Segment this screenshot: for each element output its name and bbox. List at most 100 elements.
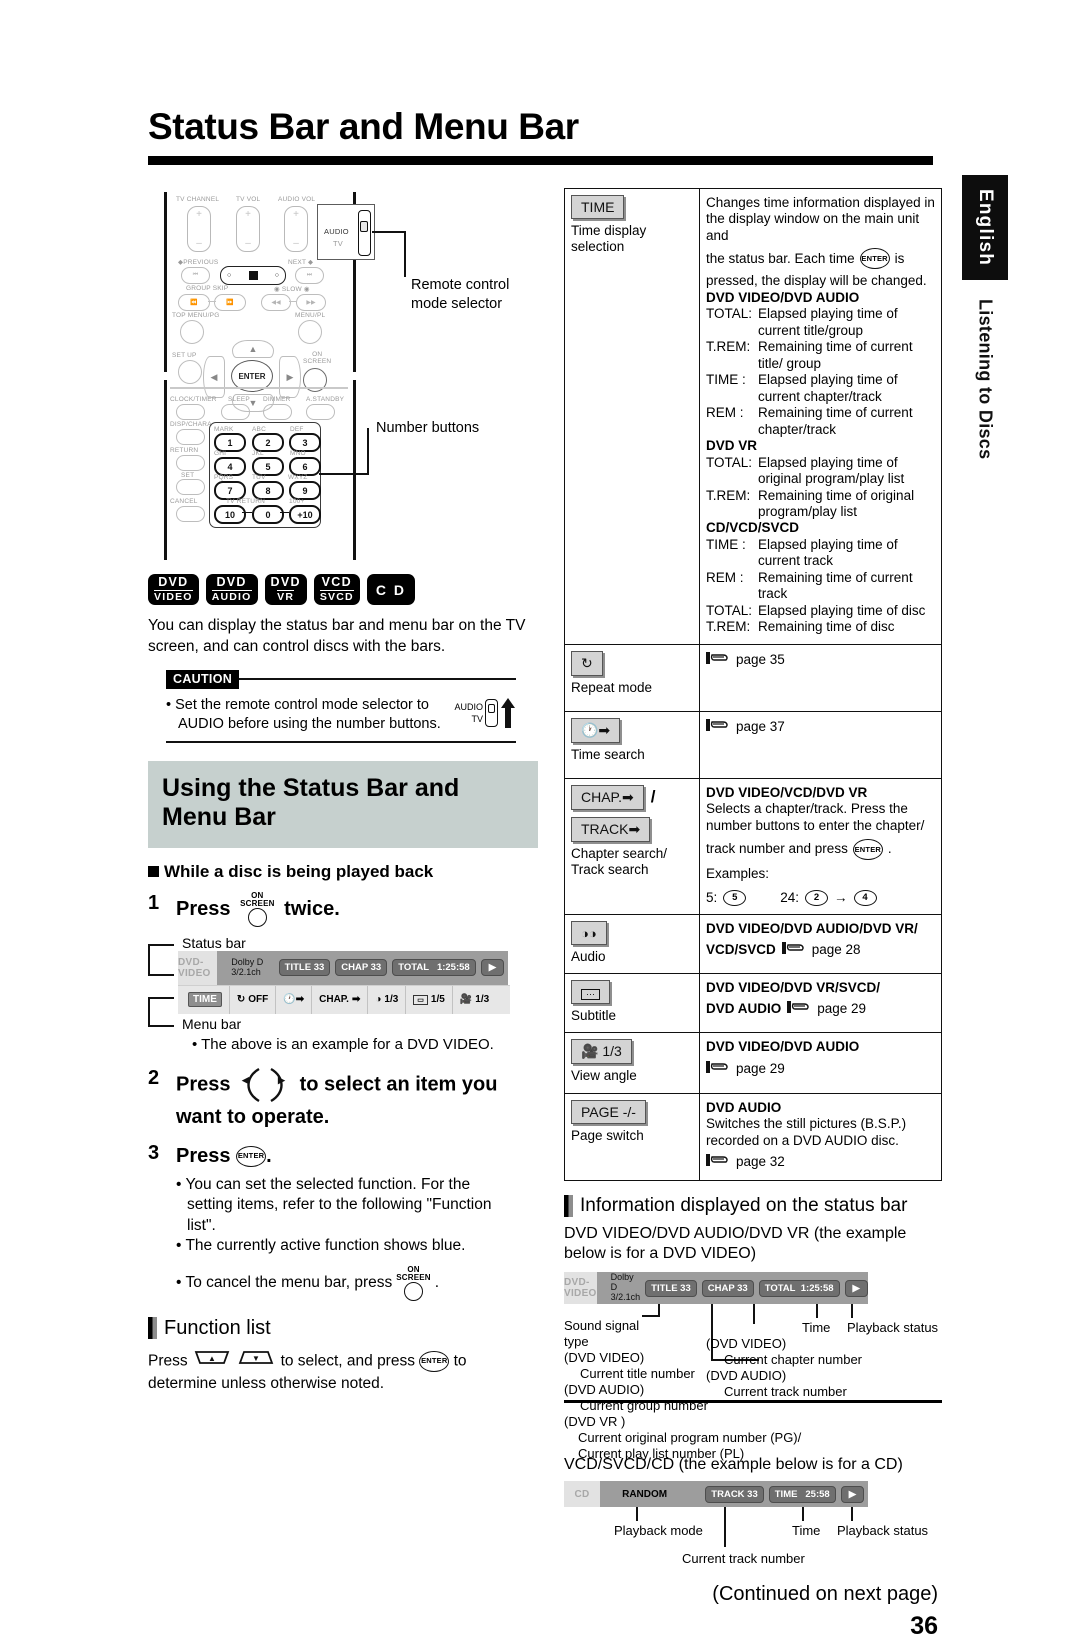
- section-tab: Listening to Discs: [962, 294, 1008, 464]
- info-heading-text: Information displayed on the status bar: [580, 1194, 908, 1216]
- desc-kv: TIME : Elapsed playing time of current tr…: [706, 537, 936, 570]
- menu-item-subtitle[interactable]: ▭ 1/5: [406, 985, 453, 1014]
- left-right-cursor-icon[interactable]: ◀ ▶: [239, 1067, 291, 1103]
- page-switch-button-chip[interactable]: PAGE -/-: [571, 1099, 646, 1124]
- table-cell-description: DVD VIDEO/DVD AUDIO page 29: [699, 1032, 942, 1094]
- caution-text-line2: AUDIO before using the number buttons.: [178, 715, 441, 732]
- table-cell-control: TIME Time display selection: [564, 188, 700, 645]
- page-ref: page 37: [736, 718, 785, 734]
- desc-heading: DVD VIDEO/DVD AUDIO: [706, 1039, 860, 1055]
- chapter-button-chip[interactable]: CHAP.➡: [571, 784, 644, 810]
- time-value: 1:25:58: [436, 962, 470, 974]
- down-button-icon[interactable]: ▼: [238, 1350, 274, 1372]
- menu-item-angle[interactable]: 🎥 1/3: [453, 986, 496, 1014]
- number-button-0[interactable]: 0: [252, 505, 284, 524]
- caution-box: CAUTION • Set the remote control mode se…: [166, 669, 516, 743]
- ann-current-pg: Current original program number (PG)/: [578, 1430, 802, 1446]
- repeat-icon: ↻: [581, 654, 593, 671]
- number-button-plus10[interactable]: +10: [289, 505, 321, 524]
- example-key-4: 4: [853, 889, 877, 906]
- time-value: 25:58: [805, 1488, 830, 1500]
- kv-key: T.REM:: [706, 619, 751, 635]
- track-button-chip[interactable]: TRACK➡: [571, 816, 651, 842]
- disc-badge-dvd-video: DVD VIDEO: [148, 574, 199, 605]
- arrow-right-icon: ➡: [628, 820, 641, 837]
- table-row: TIME Time display selection Changes time…: [564, 188, 942, 645]
- number-button-10[interactable]: 10: [214, 505, 246, 524]
- subtitle-button-chip[interactable]: ⋯: [571, 980, 610, 1005]
- desc-bold: DVD AUDIO: [706, 1000, 782, 1016]
- switch-icon: [485, 698, 498, 727]
- kv-key: REM :: [706, 569, 744, 585]
- ann-cd-time: Time: [792, 1523, 821, 1539]
- menu-item-time[interactable]: TIME: [181, 985, 230, 1014]
- page-ref: page 29: [736, 1060, 785, 1076]
- step3-bullet3-period: .: [434, 1274, 440, 1292]
- disc-badge-dvd-audio: DVD AUDIO: [205, 574, 258, 605]
- kv-value: Remaining time of disc: [758, 619, 895, 635]
- desc-heading: DVD VIDEO/VCD/DVD VR: [706, 784, 868, 800]
- time-label: TIME: [774, 1488, 798, 1500]
- enter-button-icon[interactable]: ENTER: [236, 1145, 267, 1167]
- svg-text:◀: ◀: [241, 1075, 250, 1085]
- ann-current-chapter-number: Current chapter number: [724, 1352, 863, 1368]
- audio-button-chip[interactable]: ◑◑: [571, 921, 607, 946]
- step3-bullet1-line3: list".: [187, 1216, 216, 1234]
- enter-button-icon-3[interactable]: ENTER: [859, 248, 890, 270]
- control-label-line1: Page switch: [571, 1127, 644, 1143]
- pointing-hand-icon: [706, 1060, 730, 1078]
- angle-icon: 🎥: [459, 994, 473, 1006]
- sound-line2: 3/2.1ch: [231, 966, 261, 977]
- disc-badge-line1: DVD: [216, 575, 247, 589]
- repeat-button-chip[interactable]: ↻: [571, 650, 603, 676]
- table-cell-description: page 35: [699, 643, 942, 712]
- step3-bullet1-line1: • You can set the selected function. For…: [176, 1175, 471, 1193]
- selector-label-tv: TV: [471, 713, 483, 724]
- time-search-button-chip[interactable]: 🕐➡: [571, 717, 621, 743]
- audio-label: 1/3: [384, 994, 399, 1006]
- function-list-intro-line2: determine unless otherwise noted.: [148, 1374, 385, 1392]
- menu-item-time-search[interactable]: 🕐➡: [276, 985, 313, 1014]
- view-angle-button-chip[interactable]: 🎥 1/3: [571, 1039, 632, 1065]
- kv-value: Elapsed playing time of current chapter/…: [758, 372, 898, 404]
- desc-heading-dvd-video-audio: DVD VIDEO/DVD AUDIO: [706, 289, 860, 305]
- enter-button-icon-4[interactable]: ENTER: [852, 839, 883, 861]
- time-search-icon: 🕐➡: [581, 721, 611, 738]
- on-screen-button-icon[interactable]: ON SCREEN: [240, 891, 275, 927]
- menu-item-repeat[interactable]: ↻ OFF: [230, 985, 277, 1014]
- disc-badge-line2: SVCD: [319, 589, 354, 603]
- up-button-icon[interactable]: ▲: [194, 1350, 230, 1372]
- side-tabs: English Listening to Discs: [962, 175, 1008, 464]
- control-label-line1: Subtitle: [571, 1008, 617, 1024]
- status-bar-example: DVD-VIDEO Dolby D 3/2.1ch TITLE 33 CHAP …: [178, 950, 508, 985]
- footer-rule: [564, 1400, 942, 1403]
- using-heading-line2: Menu Bar: [162, 803, 276, 832]
- ann-playback-status: Playback status: [847, 1320, 939, 1336]
- continued-note: (Continued on next page): [712, 1583, 938, 1606]
- left-column: TV CHANNEL TV VOL AUDIO VOL + – + – + – AUD…: [148, 188, 538, 1395]
- subtitle-icon: ⋯: [581, 989, 600, 1001]
- using-status-bar-heading: Using the Status Bar and Menu Bar: [148, 760, 538, 848]
- status-menu-bar-figure: Status bar DVD-VIDEO Dolby D 3/2.1ch TIT…: [148, 935, 538, 1053]
- desc-kv: TIME : Elapsed playing time of current ch…: [706, 372, 936, 405]
- on-screen-button-icon-2[interactable]: ON SCREEN: [396, 1265, 431, 1301]
- enter-button-icon-2[interactable]: ENTER: [419, 1350, 450, 1372]
- menu-item-chapter-search[interactable]: CHAP. ➡: [312, 985, 369, 1014]
- pointing-hand-icon: [781, 941, 806, 959]
- desc-kv: TOTAL: Elapsed playing time of original p…: [706, 455, 936, 488]
- repeat-icon: ↻: [236, 994, 246, 1006]
- caution-bottom-rule: [166, 740, 516, 743]
- dvd-bar-playback-chip: ▶: [844, 1279, 868, 1297]
- table-cell-description: page 37: [699, 710, 942, 779]
- menu-item-audio[interactable]: ◑ 1/3: [368, 985, 407, 1014]
- time-icon: TIME: [188, 992, 222, 1008]
- desc-kv: REM : Remaining time of current chapter/t…: [706, 405, 936, 438]
- disc-badge-vcd-svcd: VCD SVCD: [313, 574, 360, 605]
- step3-bullet2: • The currently active function shows bl…: [176, 1237, 466, 1255]
- desc-para: Switches the still pictures (B.S.P.) rec…: [706, 1116, 907, 1148]
- left-cursor-icon: ◀: [241, 1067, 260, 1102]
- time-button-chip[interactable]: TIME: [571, 195, 625, 219]
- desc-para-3: pressed, the display will be changed.: [706, 273, 927, 289]
- control-label-line1: View angle: [571, 1068, 637, 1084]
- table-row: CHAP.➡ / TRACK➡ Chapter search/ Track se…: [564, 777, 942, 916]
